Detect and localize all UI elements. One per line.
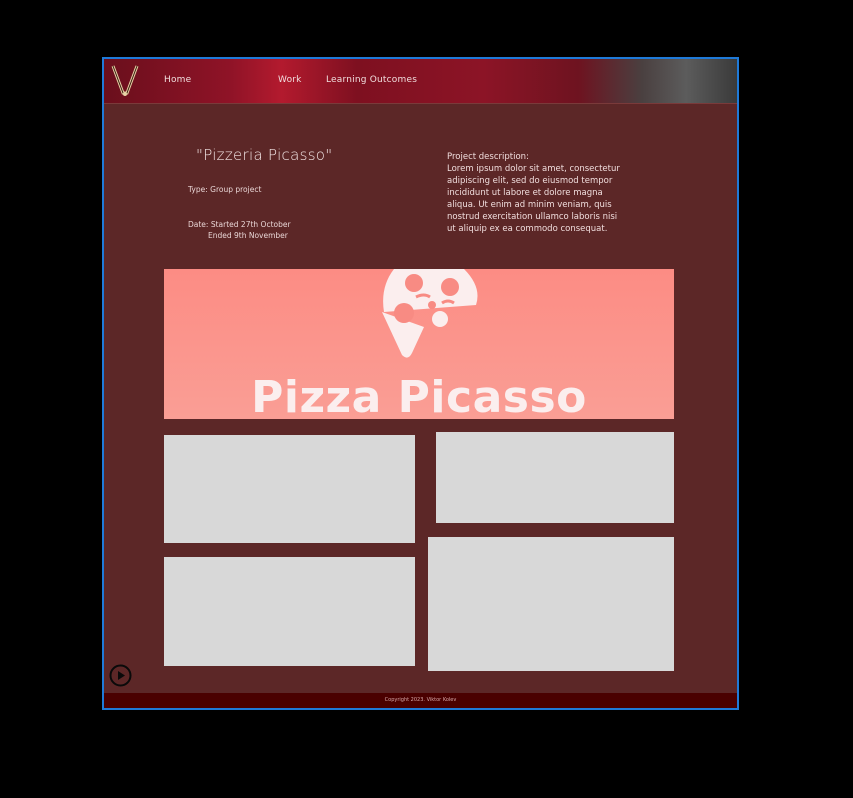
project-description-heading: Project description: (447, 152, 529, 162)
play-icon[interactable] (109, 664, 132, 687)
project-date: Date: Started 27th October Ended 9th Nov… (188, 219, 291, 241)
browser-viewport: Home Work Learning Outcomes "Pizzeria Pi… (102, 57, 739, 710)
project-date-start: Date: Started 27th October (188, 220, 291, 229)
project-description: Project description: Lorem ipsum dolor s… (447, 151, 622, 235)
logo-icon[interactable] (110, 63, 140, 97)
site-header: Home Work Learning Outcomes (104, 59, 737, 104)
image-placeholder-4 (428, 537, 674, 671)
project-type: Type: Group project (188, 185, 262, 194)
pizza-slice-icon (382, 269, 478, 358)
banner-title: Pizza Picasso (251, 372, 587, 420)
project-title: "Pizzeria Picasso" (196, 146, 333, 164)
project-date-end: Ended 9th November (208, 231, 288, 240)
nav-learning-outcomes[interactable]: Learning Outcomes (326, 75, 417, 85)
site-footer: Copyright 2023. Viktor Kolev (104, 693, 737, 708)
footer-copyright: Copyright 2023. Viktor Kolev (384, 697, 457, 703)
project-description-body: Lorem ipsum dolor sit amet, consectetur … (447, 164, 620, 234)
project-banner: Pizza Picasso (164, 269, 674, 419)
image-placeholder-1 (164, 435, 415, 543)
image-placeholder-3 (164, 557, 415, 666)
nav-home[interactable]: Home (164, 75, 191, 85)
image-placeholder-2 (436, 432, 674, 523)
nav-work[interactable]: Work (278, 75, 302, 85)
